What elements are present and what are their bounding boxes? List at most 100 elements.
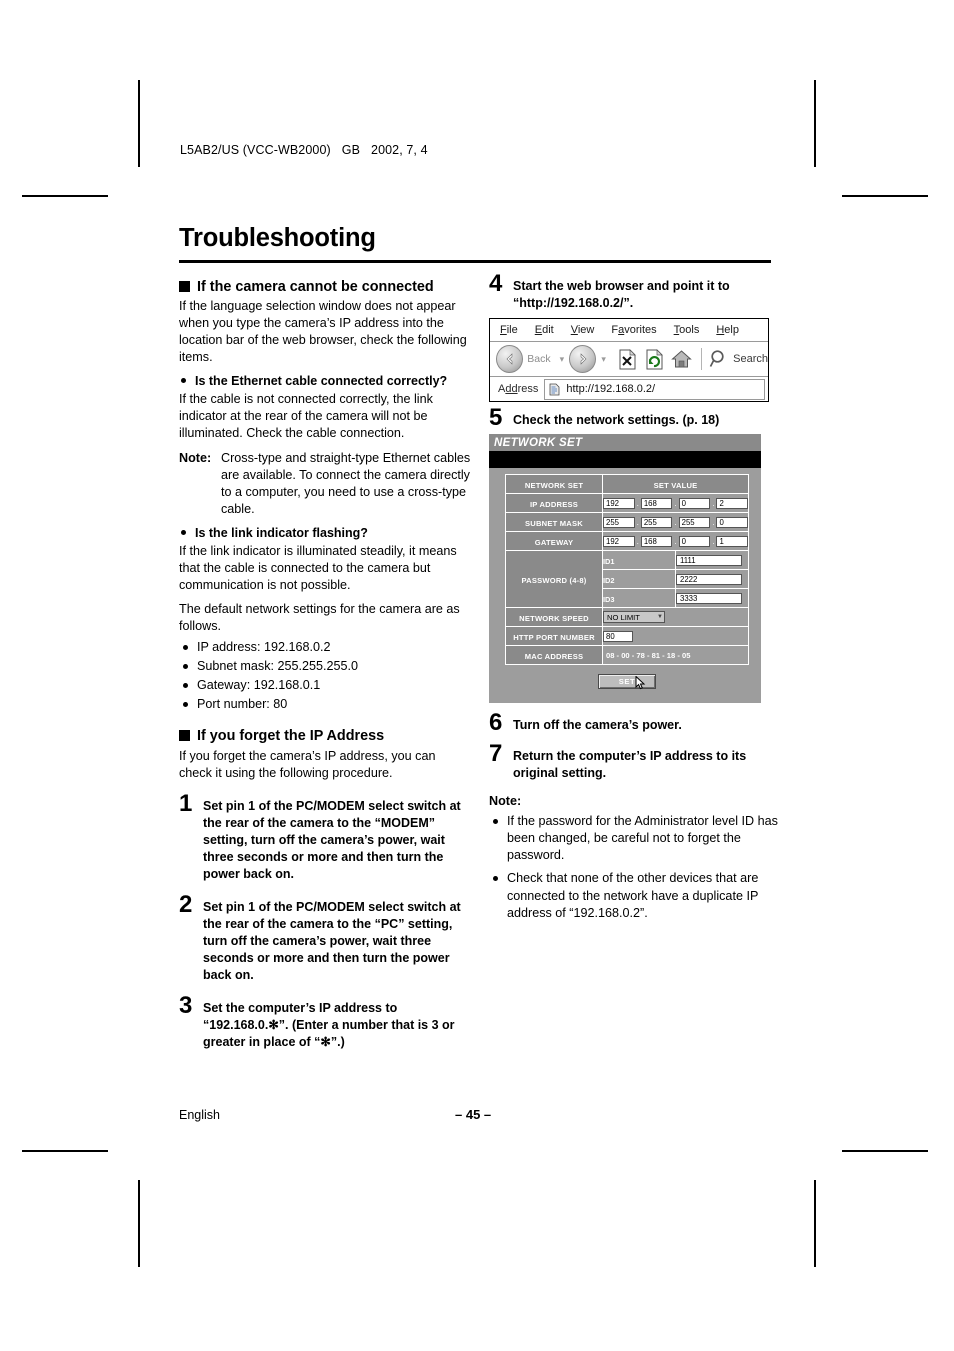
step-number: 4 xyxy=(489,270,503,297)
toolbar-separator xyxy=(700,348,702,370)
section-heading-label: If you forget the IP Address xyxy=(197,728,385,745)
row-value-gateway: 192. 168. 0. 1 xyxy=(602,531,749,551)
chevron-down-icon: ▼ xyxy=(657,614,663,620)
step-text: Return the computer’s IP address to its … xyxy=(513,749,747,780)
round-bullet-icon xyxy=(181,530,186,535)
password-id1-label: ID1 xyxy=(602,550,676,570)
document-region: GB xyxy=(341,143,361,157)
gateway-octet-2[interactable]: 168 xyxy=(640,535,673,547)
gateway-octet-3[interactable]: 0 xyxy=(678,535,711,547)
gateway-octet-1[interactable]: 192 xyxy=(603,535,635,547)
question-link-indicator-label: Is the link indicator flashing? xyxy=(195,526,368,540)
round-bullet-icon xyxy=(493,876,498,882)
note-list: If the password for the Administrator le… xyxy=(489,813,781,922)
mask-octet-2[interactable]: 255 xyxy=(640,516,673,528)
default-subnet-mask: Subnet mask: 255.255.255.0 xyxy=(197,659,359,674)
back-dropdown-icon[interactable]: ▾ xyxy=(560,354,565,365)
crop-mark-bottom-right-vertical xyxy=(814,1180,816,1267)
network-set-panel: NETWORK SET NETWORK SET SET VALUE IP ADD… xyxy=(489,434,761,703)
menu-view[interactable]: View xyxy=(571,324,595,336)
defaults-intro: The default network settings for the cam… xyxy=(179,602,460,633)
table-row: PASSWORD (4-8) ID1 1111 xyxy=(505,550,749,608)
default-ip-address: IP address: 192.168.0.2 xyxy=(197,639,331,654)
document-code: L5AB2/US (VCC-WB2000) xyxy=(180,143,331,157)
row-label-password: PASSWORD (4-8) xyxy=(505,550,603,608)
refresh-icon[interactable] xyxy=(643,348,665,371)
back-icon[interactable] xyxy=(496,345,524,373)
answer-link-indicator: If the link indicator is illuminated ste… xyxy=(179,544,457,593)
home-icon[interactable] xyxy=(671,348,693,371)
square-bullet-icon xyxy=(179,281,190,292)
round-bullet-icon xyxy=(183,644,188,650)
round-bullet-icon xyxy=(183,683,188,689)
password-id2-input[interactable]: 2222 xyxy=(676,573,742,585)
title-rule xyxy=(179,260,771,263)
table-row: HTTP PORT NUMBER 80 xyxy=(505,626,749,646)
forward-dropdown-icon[interactable]: ▾ xyxy=(601,354,606,365)
gateway-octet-4[interactable]: 1 xyxy=(716,535,749,547)
section2-intro: If you forget the camera’s IP address, y… xyxy=(179,748,436,780)
mask-octet-1[interactable]: 255 xyxy=(603,516,635,528)
step-4: 4 Start the web browser and point it to … xyxy=(489,272,781,312)
ip-octet-4[interactable]: 2 xyxy=(716,497,749,509)
list-item: IP address: 192.168.0.2 xyxy=(179,639,471,656)
mask-octet-3[interactable]: 255 xyxy=(678,516,711,528)
list-item: Port number: 80 xyxy=(179,696,471,713)
row-label-subnet-mask: SUBNET MASK xyxy=(505,512,603,532)
menu-tools[interactable]: Tools xyxy=(674,324,700,336)
list-item: Gateway: 192.168.0.1 xyxy=(179,677,471,694)
password-id1-input[interactable]: 1111 xyxy=(676,554,742,566)
round-bullet-icon xyxy=(181,378,186,384)
search-label[interactable]: Search xyxy=(733,353,768,365)
http-port-input[interactable]: 80 xyxy=(603,630,633,642)
step-number: 1 xyxy=(179,789,193,817)
forward-icon[interactable] xyxy=(569,345,597,373)
page-icon xyxy=(549,383,560,395)
stop-icon[interactable] xyxy=(616,348,638,371)
note-cross-type-cable: Note: Cross-type and straight-type Ether… xyxy=(179,450,471,518)
step-number: 3 xyxy=(179,991,193,1019)
crop-mark-top-left-vertical xyxy=(138,80,140,167)
row-value-ip-address: 192. 168. 0. 2 xyxy=(602,493,749,513)
set-button[interactable]: SET xyxy=(598,674,656,690)
crop-mark-bottom-right-horizontal xyxy=(842,1150,928,1152)
list-item: Check that none of the other devices tha… xyxy=(489,870,781,921)
row-value-subnet-mask: 255. 255. 255. 0 xyxy=(602,512,749,532)
browser-menu-bar: FFileile Edit View Favorites Tools Help xyxy=(490,319,768,342)
ip-octet-3[interactable]: 0 xyxy=(678,497,711,509)
question-link-indicator: Is the link indicator flashing? xyxy=(179,525,471,541)
menu-file[interactable]: FFileile xyxy=(500,324,518,336)
table-row: GATEWAY 192. 168. 0. 1 xyxy=(505,531,749,551)
network-speed-select[interactable]: NO LIMIT ▼ xyxy=(603,611,665,623)
password-id3-value: 3333 xyxy=(675,588,749,608)
section-heading-camera-cannot-connect: If the camera cannot be connected xyxy=(179,278,471,296)
search-icon[interactable] xyxy=(708,348,730,371)
ip-octet-1[interactable]: 192 xyxy=(603,497,635,509)
menu-favorites[interactable]: Favorites xyxy=(611,324,656,336)
crop-mark-top-left-horizontal xyxy=(22,195,108,197)
default-gateway: Gateway: 192.168.0.1 xyxy=(197,678,321,693)
browser-screenshot: FFileile Edit View Favorites Tools Help … xyxy=(489,318,769,402)
note-body: Cross-type and straight-type Ethernet ca… xyxy=(221,451,471,517)
password-id3-input[interactable]: 3333 xyxy=(676,592,742,604)
ip-octet-2[interactable]: 168 xyxy=(640,497,673,509)
password-id3-label: ID3 xyxy=(602,588,676,608)
network-set-title: NETWORK SET xyxy=(494,436,583,449)
address-label: Address xyxy=(498,383,539,395)
step-text: Set pin 1 of the PC/MODEM select switch … xyxy=(203,798,461,881)
list-item: If the password for the Administrator le… xyxy=(489,813,781,864)
network-set-title-bar: NETWORK SET xyxy=(489,434,761,451)
menu-edit[interactable]: Edit xyxy=(535,324,554,336)
table-row: IP ADDRESS 192. 168. 0. 2 xyxy=(505,493,749,513)
menu-help[interactable]: Help xyxy=(716,324,739,336)
mask-octet-4[interactable]: 0 xyxy=(716,516,749,528)
row-value-mac-address: 08 - 00 - 78 - 81 - 18 - 05 xyxy=(602,645,749,665)
step-7: 7 Return the computer’s IP address to it… xyxy=(489,742,781,782)
question-ethernet-cable-label: Is the Ethernet cable connected correctl… xyxy=(195,374,448,389)
note-password: If the password for the Administrator le… xyxy=(507,814,778,863)
back-label: Back xyxy=(527,353,551,365)
password-id2-label: ID2 xyxy=(602,569,676,589)
mouse-cursor-icon xyxy=(635,676,646,690)
address-input[interactable]: http://192.168.0.2/ xyxy=(544,378,765,400)
square-bullet-icon xyxy=(179,730,190,742)
